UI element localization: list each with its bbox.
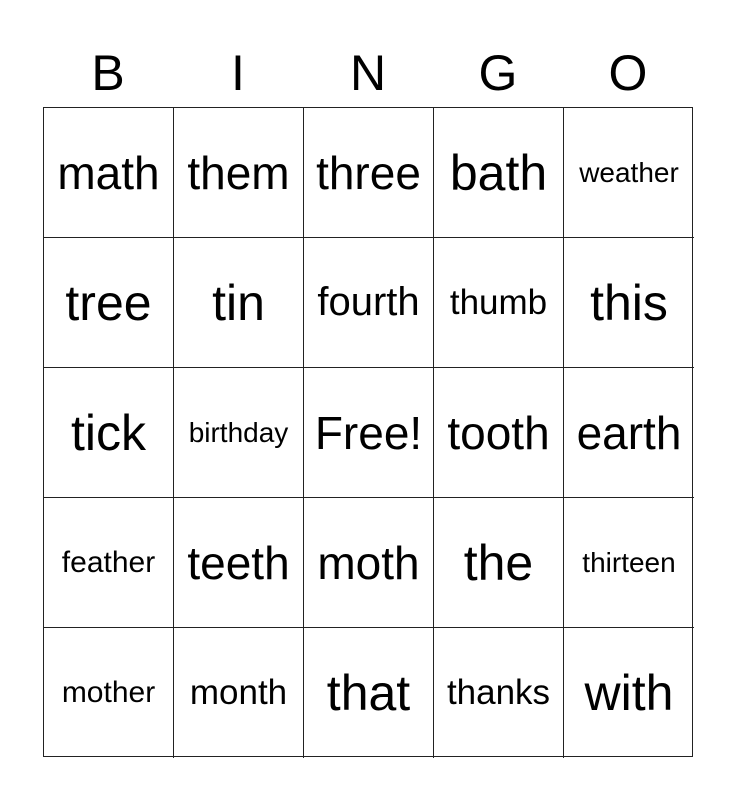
bingo-card-grid: math them three bath weather tree tin fo… xyxy=(43,107,694,758)
bingo-cell[interactable]: them xyxy=(174,108,304,238)
bingo-cell[interactable]: feather xyxy=(44,498,174,628)
header-letter-i: I xyxy=(231,45,245,101)
bingo-cell[interactable]: thumb xyxy=(434,238,564,368)
bingo-cell[interactable]: three xyxy=(304,108,434,238)
bingo-cell[interactable]: teeth xyxy=(174,498,304,628)
header-letter-o: O xyxy=(608,45,648,101)
header-letter-b: B xyxy=(91,45,125,101)
bingo-cell[interactable]: tooth xyxy=(434,368,564,498)
bingo-cell[interactable]: thirteen xyxy=(564,498,694,628)
header-letter-n: N xyxy=(349,45,387,101)
header-letter-g: G xyxy=(478,45,518,101)
free-space-cell[interactable]: Free! xyxy=(304,368,434,498)
bingo-cell[interactable]: earth xyxy=(564,368,694,498)
bingo-cell[interactable]: mother xyxy=(44,628,174,758)
bingo-cell[interactable]: weather xyxy=(564,108,694,238)
bingo-cell[interactable]: with xyxy=(564,628,694,758)
bingo-cell[interactable]: the xyxy=(434,498,564,628)
bingo-cell[interactable]: thanks xyxy=(434,628,564,758)
bingo-header: B I N G O xyxy=(43,42,693,104)
bingo-cell[interactable]: tree xyxy=(44,238,174,368)
bingo-cell[interactable]: moth xyxy=(304,498,434,628)
bingo-cell[interactable]: month xyxy=(174,628,304,758)
bingo-cell[interactable]: bath xyxy=(434,108,564,238)
bingo-cell[interactable]: tick xyxy=(44,368,174,498)
bingo-cell[interactable]: this xyxy=(564,238,694,368)
bingo-cell[interactable]: math xyxy=(44,108,174,238)
bingo-cell[interactable]: that xyxy=(304,628,434,758)
bingo-cell[interactable]: fourth xyxy=(304,238,434,368)
bingo-cell[interactable]: tin xyxy=(174,238,304,368)
bingo-cell[interactable]: birthday xyxy=(174,368,304,498)
